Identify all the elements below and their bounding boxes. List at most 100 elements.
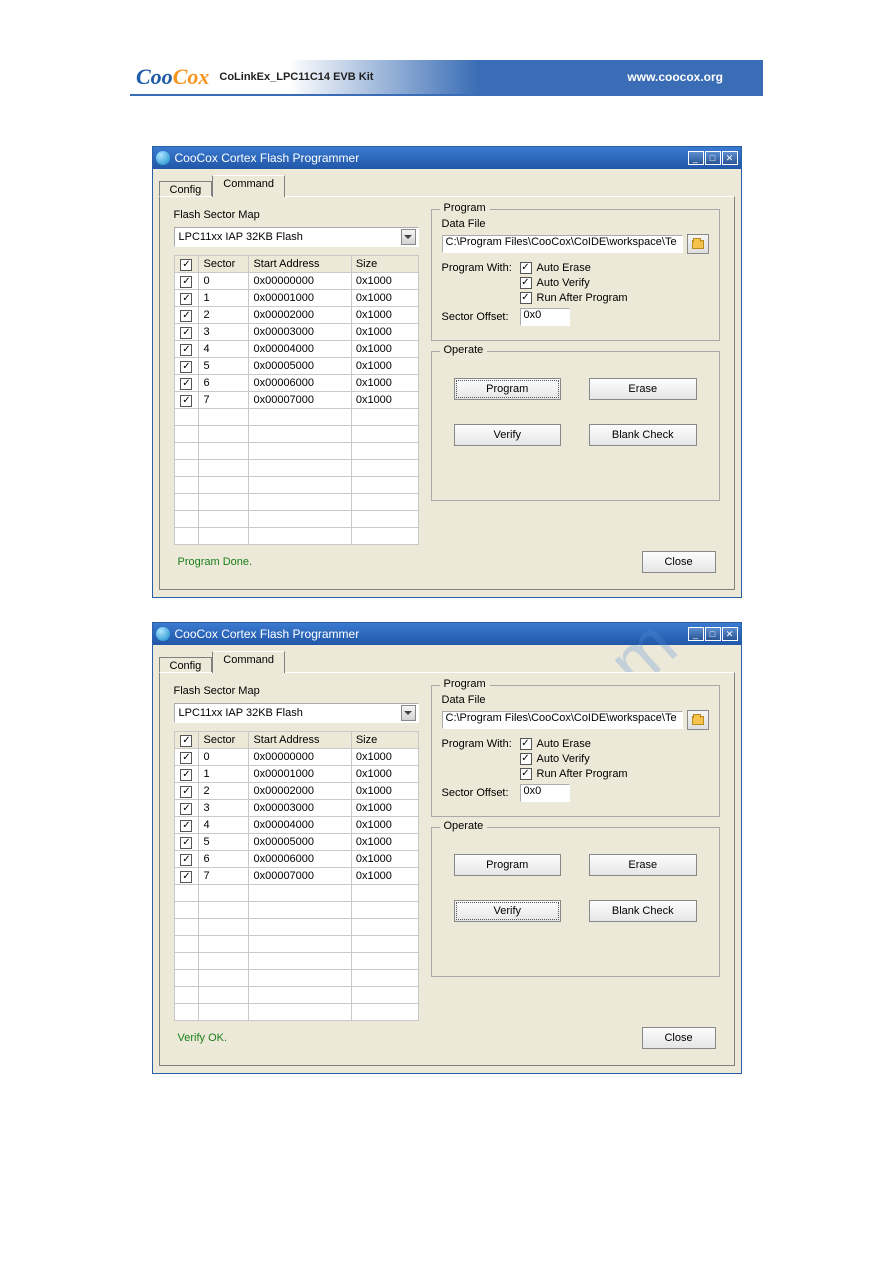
table-row-empty xyxy=(174,919,418,936)
table-row[interactable]: ✓20x000020000x1000 xyxy=(174,307,418,324)
sector-table: ✓ Sector Start Address Size ✓00x00000000… xyxy=(174,255,419,545)
device-combo[interactable]: LPC11xx IAP 32KB Flash xyxy=(174,227,419,247)
close-button[interactable]: Close xyxy=(642,551,716,573)
cell-addr: 0x00007000 xyxy=(249,392,351,409)
program-group: Program Data File C:\Program Files\CooCo… xyxy=(431,209,720,341)
status-text: Verify OK. xyxy=(178,1032,228,1044)
sector-offset-field[interactable]: 0x0 xyxy=(520,784,570,802)
checkbox-auto-erase[interactable]: ✓ xyxy=(520,738,532,750)
folder-icon xyxy=(692,240,704,249)
kit-name: CoLinkEx_LPC11C14 EVB Kit xyxy=(219,71,373,83)
blank-check-button[interactable]: Blank Check xyxy=(589,900,697,922)
cell-size: 0x1000 xyxy=(351,375,418,392)
table-row[interactable]: ✓ 70x000070000x1000 xyxy=(174,392,418,409)
checkbox-auto-verify[interactable]: ✓ xyxy=(520,277,532,289)
checkbox-sector-7[interactable]: ✓ xyxy=(180,395,192,407)
minimize-button[interactable]: _ xyxy=(688,627,704,641)
checkbox-sector-6[interactable]: ✓ xyxy=(180,378,192,390)
checkbox-sector-3[interactable]: ✓ xyxy=(180,327,192,339)
table-row-empty xyxy=(174,443,418,460)
close-window-button[interactable]: ✕ xyxy=(722,627,738,641)
close-button[interactable]: Close xyxy=(642,1027,716,1049)
device-combo[interactable]: LPC11xx IAP 32KB Flash xyxy=(174,703,419,723)
erase-button[interactable]: Erase xyxy=(589,854,697,876)
table-row[interactable]: ✓70x000070000x1000 xyxy=(174,868,418,885)
checkbox-sector-2[interactable]: ✓ xyxy=(180,310,192,322)
tab-command[interactable]: Command xyxy=(212,175,285,197)
titlebar[interactable]: CooCox Cortex Flash Programmer _ □ ✕ xyxy=(153,623,741,645)
datafile-field[interactable]: C:\Program Files\CooCox\CoIDE\workspace\… xyxy=(442,235,683,253)
right-panel: Program Data File C:\Program Files\CooCo… xyxy=(431,209,720,545)
checkbox-sector-5[interactable]: ✓ xyxy=(180,837,192,849)
table-row[interactable]: ✓30x000030000x1000 xyxy=(174,324,418,341)
chevron-down-icon[interactable] xyxy=(401,229,416,245)
table-row[interactable]: ✓40x000040000x1000 xyxy=(174,817,418,834)
close-window-button[interactable]: ✕ xyxy=(722,151,738,165)
chevron-down-icon[interactable] xyxy=(401,705,416,721)
table-row-empty xyxy=(174,987,418,1004)
browse-button[interactable] xyxy=(687,234,709,254)
table-row[interactable]: ✓00x000000000x1000 xyxy=(174,273,418,290)
program-legend: Program xyxy=(440,202,490,214)
minimize-button[interactable]: _ xyxy=(688,151,704,165)
checkbox-auto-verify[interactable]: ✓ xyxy=(520,753,532,765)
checkbox-sector-1[interactable]: ✓ xyxy=(180,769,192,781)
verify-button[interactable]: Verify xyxy=(454,424,562,446)
datafile-label: Data File xyxy=(442,694,709,706)
titlebar[interactable]: CooCox Cortex Flash Programmer _ □ ✕ xyxy=(153,147,741,169)
folder-icon xyxy=(692,716,704,725)
checkbox-auto-erase[interactable]: ✓ xyxy=(520,262,532,274)
checkbox-sector-0[interactable]: ✓ xyxy=(180,752,192,764)
table-row[interactable]: ✓10x000010000x1000 xyxy=(174,290,418,307)
checkbox-header[interactable]: ✓ xyxy=(180,259,192,271)
maximize-button[interactable]: □ xyxy=(705,151,721,165)
verify-button[interactable]: Verify xyxy=(454,900,562,922)
right-panel: Program Data File C:\Program Files\CooCo… xyxy=(431,685,720,1021)
cell-addr: 0x00005000 xyxy=(249,834,351,851)
browse-button[interactable] xyxy=(687,710,709,730)
cell-sector: 4 xyxy=(199,817,249,834)
erase-button[interactable]: Erase xyxy=(589,378,697,400)
col-header-check[interactable]: ✓ xyxy=(174,732,199,749)
program-button[interactable]: Program xyxy=(454,854,562,876)
checkbox-sector-6[interactable]: ✓ xyxy=(180,854,192,866)
checkbox-sector-3[interactable]: ✓ xyxy=(180,803,192,815)
sector-offset-field[interactable]: 0x0 xyxy=(520,308,570,326)
table-row[interactable]: ✓50x000050000x1000 xyxy=(174,834,418,851)
cell-size: 0x1000 xyxy=(351,307,418,324)
cell-size: 0x1000 xyxy=(351,341,418,358)
checkbox-sector-7[interactable]: ✓ xyxy=(180,871,192,883)
table-row[interactable]: ✓40x000040000x1000 xyxy=(174,341,418,358)
col-header-check[interactable]: ✓ xyxy=(174,256,199,273)
table-row[interactable]: ✓00x000000000x1000 xyxy=(174,749,418,766)
cell-size: 0x1000 xyxy=(351,392,418,409)
checkbox-run-after[interactable]: ✓ xyxy=(520,768,532,780)
table-row-empty xyxy=(174,460,418,477)
checkbox-sector-0[interactable]: ✓ xyxy=(180,276,192,288)
maximize-button[interactable]: □ xyxy=(705,627,721,641)
checkbox-run-after[interactable]: ✓ xyxy=(520,292,532,304)
cell-sector: 3 xyxy=(199,800,249,817)
cell-sector: 7 xyxy=(199,392,249,409)
cell-addr: 0x00003000 xyxy=(249,324,351,341)
blank-check-button[interactable]: Blank Check xyxy=(589,424,697,446)
table-row[interactable]: ✓60x000060000x1000 xyxy=(174,851,418,868)
checkbox-sector-4[interactable]: ✓ xyxy=(180,820,192,832)
table-row[interactable]: ✓20x000020000x1000 xyxy=(174,783,418,800)
checkbox-header[interactable]: ✓ xyxy=(180,735,192,747)
checkbox-sector-1[interactable]: ✓ xyxy=(180,293,192,305)
table-row[interactable]: ✓30x000030000x1000 xyxy=(174,800,418,817)
checkbox-sector-4[interactable]: ✓ xyxy=(180,344,192,356)
checkbox-sector-5[interactable]: ✓ xyxy=(180,361,192,373)
table-row[interactable]: ✓10x000010000x1000 xyxy=(174,766,418,783)
program-button[interactable]: Program xyxy=(454,378,562,400)
cell-sector: 3 xyxy=(199,324,249,341)
datafile-field[interactable]: C:\Program Files\CooCox\CoIDE\workspace\… xyxy=(442,711,683,729)
col-header-size: Size xyxy=(351,256,418,273)
cell-addr: 0x00002000 xyxy=(249,307,351,324)
table-row[interactable]: ✓60x000060000x1000 xyxy=(174,375,418,392)
table-row[interactable]: ✓50x000050000x1000 xyxy=(174,358,418,375)
tab-command[interactable]: Command xyxy=(212,651,285,673)
cell-addr: 0x00005000 xyxy=(249,358,351,375)
checkbox-sector-2[interactable]: ✓ xyxy=(180,786,192,798)
